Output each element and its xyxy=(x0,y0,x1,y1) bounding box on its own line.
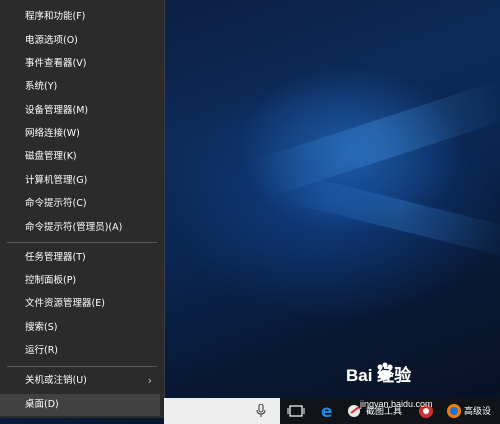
menu-item-search[interactable]: 搜索(S) xyxy=(0,317,160,339)
menu-item-programs-features[interactable]: 程序和功能(F) xyxy=(0,6,160,28)
menu-item-computer-management[interactable]: 计算机管理(G) xyxy=(0,170,160,192)
taskbar: e 截图工具 高级设 xyxy=(164,398,500,424)
winx-power-user-menu: 程序和功能(F) 电源选项(O) 事件查看器(V) 系统(Y) 设备管理器(M)… xyxy=(0,0,165,418)
menu-item-run[interactable]: 运行(R) xyxy=(0,340,160,362)
browser-app-icon[interactable] xyxy=(444,401,464,421)
menu-item-label: 搜索(S) xyxy=(25,322,58,333)
menu-item-label: 文件资源管理器(E) xyxy=(25,298,105,309)
menu-item-network-connections[interactable]: 网络连接(W) xyxy=(0,123,160,145)
menu-item-label: 电源选项(O) xyxy=(25,35,78,46)
watermark-url: jingyan.baidu.com xyxy=(360,399,433,409)
menu-item-label: 命令提示符(管理员)(A) xyxy=(25,222,123,233)
menu-item-label: 程序和功能(F) xyxy=(25,11,86,22)
menu-item-label: 运行(R) xyxy=(25,345,59,356)
menu-item-desktop[interactable]: 桌面(D) xyxy=(0,394,160,416)
menu-item-system[interactable]: 系统(Y) xyxy=(0,76,160,98)
menu-item-shutdown-signout[interactable]: 关机或注销(U) › xyxy=(0,370,160,392)
menu-item-label: 控制面板(P) xyxy=(25,275,77,286)
edge-browser-icon[interactable]: e xyxy=(318,401,338,421)
menu-item-label: 事件查看器(V) xyxy=(25,58,87,69)
menu-item-label: 计算机管理(G) xyxy=(25,175,88,186)
menu-item-label: 设备管理器(M) xyxy=(25,105,89,116)
task-view-icon[interactable] xyxy=(286,401,306,421)
menu-item-disk-management[interactable]: 磁盘管理(K) xyxy=(0,146,160,168)
menu-item-file-explorer[interactable]: 文件资源管理器(E) xyxy=(0,293,160,315)
menu-item-label: 桌面(D) xyxy=(25,399,59,410)
menu-divider xyxy=(7,366,157,367)
paw-icon xyxy=(377,362,393,380)
wallpaper-light-beam xyxy=(279,171,500,259)
menu-item-task-manager[interactable]: 任务管理器(T) xyxy=(0,247,160,269)
menu-item-label: 关机或注销(U) xyxy=(25,375,87,386)
svg-text:e: e xyxy=(321,402,333,421)
menu-item-command-prompt-admin[interactable]: 命令提示符(管理员)(A) xyxy=(0,217,160,239)
menu-item-label: 任务管理器(T) xyxy=(25,252,86,263)
menu-item-label: 命令提示符(C) xyxy=(25,198,87,209)
search-box[interactable] xyxy=(164,398,280,424)
menu-item-event-viewer[interactable]: 事件查看器(V) xyxy=(0,53,160,75)
menu-item-label: 网络连接(W) xyxy=(25,128,80,139)
menu-item-label: 系统(Y) xyxy=(25,81,58,92)
chevron-right-icon: › xyxy=(147,374,152,387)
menu-divider xyxy=(7,242,157,243)
menu-item-command-prompt[interactable]: 命令提示符(C) xyxy=(0,193,160,215)
menu-item-device-manager[interactable]: 设备管理器(M) xyxy=(0,100,160,122)
taskbar-app-label-advanced[interactable]: 高级设 xyxy=(464,404,491,417)
menu-item-power-options[interactable]: 电源选项(O) xyxy=(0,30,160,52)
menu-item-label: 磁盘管理(K) xyxy=(25,151,77,162)
menu-item-control-panel[interactable]: 控制面板(P) xyxy=(0,270,160,292)
microphone-icon[interactable] xyxy=(256,404,266,418)
